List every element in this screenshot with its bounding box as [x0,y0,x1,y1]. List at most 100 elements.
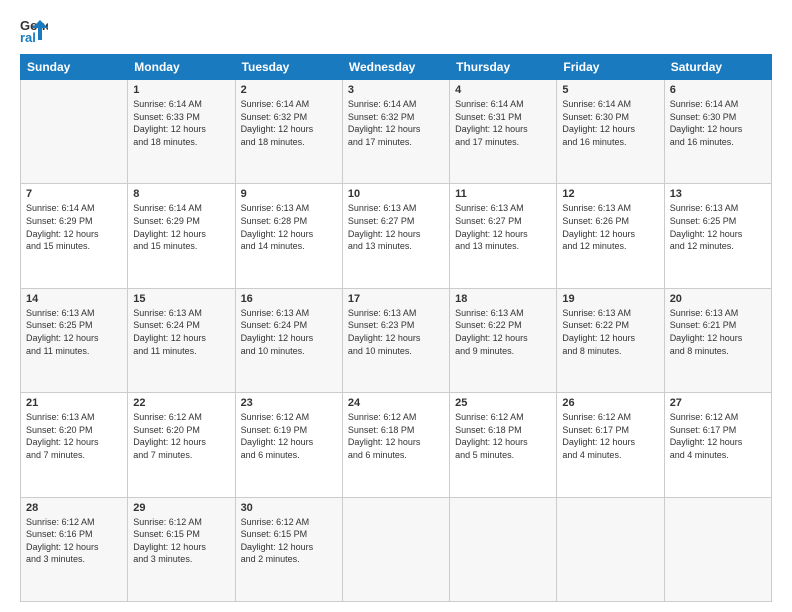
day-header-saturday: Saturday [664,55,771,80]
day-number: 28 [26,502,122,514]
calendar-cell: 19Sunrise: 6:13 AMSunset: 6:22 PMDayligh… [557,288,664,392]
day-number: 30 [241,502,337,514]
day-number: 19 [562,293,658,305]
day-number: 3 [348,84,444,96]
cell-info: Sunrise: 6:12 AMSunset: 6:15 PMDaylight:… [241,516,337,566]
day-number: 15 [133,293,229,305]
calendar-cell: 5 Sunrise: 6:14 AMSunset: 6:30 PMDaylight… [557,80,664,184]
day-number: 8 [133,188,229,200]
cell-info: Sunrise: 6:12 AMSunset: 6:15 PMDaylight:… [133,516,229,566]
calendar-cell: 25 Sunrise: 6:12 AMSunset: 6:18 PMDayligh… [450,393,557,497]
calendar-cell: 16 Sunrise: 6:13 AMSunset: 6:24 PMDayligh… [235,288,342,392]
calendar-cell: 6 Sunrise: 6:14 AMSunset: 6:30 PMDaylight… [664,80,771,184]
calendar-cell: 29 Sunrise: 6:12 AMSunset: 6:15 PMDayligh… [128,497,235,601]
calendar-cell: 18 Sunrise: 6:13 AMSunset: 6:22 PMDayligh… [450,288,557,392]
cell-info: Sunrise: 6:12 AMSunset: 6:17 PMDaylight:… [562,411,658,461]
day-header-sunday: Sunday [21,55,128,80]
calendar-cell: 22Sunrise: 6:12 AMSunset: 6:20 PMDayligh… [128,393,235,497]
day-number: 25 [455,397,551,409]
calendar-cell [21,80,128,184]
cell-info: Sunrise: 6:13 AMSunset: 6:24 PMDaylight:… [241,307,337,357]
page: Gene ral SundayMondayTuesdayWednesdayThu… [0,0,792,612]
day-number: 16 [241,293,337,305]
cell-info: Sunrise: 6:14 AMSunset: 6:30 PMDaylight:… [562,98,658,148]
cell-info: Sunrise: 6:13 AMSunset: 6:22 PMDaylight:… [455,307,551,357]
calendar-cell [450,497,557,601]
logo: Gene ral [20,16,52,44]
cell-info: Sunrise: 6:14 AMSunset: 6:31 PMDaylight:… [455,98,551,148]
cell-info: Sunrise: 6:12 AMSunset: 6:16 PMDaylight:… [26,516,122,566]
day-number: 10 [348,188,444,200]
day-number: 11 [455,188,551,200]
day-header-monday: Monday [128,55,235,80]
calendar-cell: 2 Sunrise: 6:14 AMSunset: 6:32 PMDaylight… [235,80,342,184]
cell-info: Sunrise: 6:12 AMSunset: 6:18 PMDaylight:… [455,411,551,461]
cell-info: Sunrise: 6:13 AMSunset: 6:25 PMDaylight:… [26,307,122,357]
calendar-header-row: SundayMondayTuesdayWednesdayThursdayFrid… [21,55,772,80]
calendar-table: SundayMondayTuesdayWednesdayThursdayFrid… [20,54,772,602]
cell-info: Sunrise: 6:13 AMSunset: 6:25 PMDaylight:… [670,202,766,252]
day-number: 20 [670,293,766,305]
calendar-cell: 10 Sunrise: 6:13 AMSunset: 6:27 PMDayligh… [342,184,449,288]
day-number: 6 [670,84,766,96]
calendar-cell: 12 Sunrise: 6:13 AMSunset: 6:26 PMDayligh… [557,184,664,288]
cell-info: Sunrise: 6:13 AMSunset: 6:23 PMDaylight:… [348,307,444,357]
calendar-cell: 30 Sunrise: 6:12 AMSunset: 6:15 PMDayligh… [235,497,342,601]
cell-info: Sunrise: 6:13 AMSunset: 6:27 PMDaylight:… [348,202,444,252]
calendar-cell: 1 Sunrise: 6:14 AMSunset: 6:33 PMDaylight… [128,80,235,184]
day-number: 27 [670,397,766,409]
day-header-wednesday: Wednesday [342,55,449,80]
day-header-thursday: Thursday [450,55,557,80]
day-number: 1 [133,84,229,96]
week-row-2: 7 Sunrise: 6:14 AMSunset: 6:29 PMDaylight… [21,184,772,288]
cell-info: Sunrise: 6:12 AMSunset: 6:19 PMDaylight:… [241,411,337,461]
calendar-cell: 24 Sunrise: 6:12 AMSunset: 6:18 PMDayligh… [342,393,449,497]
cell-info: Sunrise: 6:14 AMSunset: 6:30 PMDaylight:… [670,98,766,148]
svg-text:ral: ral [20,30,36,44]
cell-info: Sunrise: 6:12 AMSunset: 6:18 PMDaylight:… [348,411,444,461]
cell-info: Sunrise: 6:14 AMSunset: 6:29 PMDaylight:… [133,202,229,252]
day-number: 29 [133,502,229,514]
cell-info: Sunrise: 6:14 AMSunset: 6:32 PMDaylight:… [348,98,444,148]
cell-info: Sunrise: 6:14 AMSunset: 6:29 PMDaylight:… [26,202,122,252]
calendar-cell: 21Sunrise: 6:13 AMSunset: 6:20 PMDayligh… [21,393,128,497]
calendar-cell: 8 Sunrise: 6:14 AMSunset: 6:29 PMDaylight… [128,184,235,288]
week-row-5: 28 Sunrise: 6:12 AMSunset: 6:16 PMDayligh… [21,497,772,601]
cell-info: Sunrise: 6:14 AMSunset: 6:32 PMDaylight:… [241,98,337,148]
day-number: 12 [562,188,658,200]
calendar-cell: 13 Sunrise: 6:13 AMSunset: 6:25 PMDayligh… [664,184,771,288]
calendar-cell: 9Sunrise: 6:13 AMSunset: 6:28 PMDaylight… [235,184,342,288]
day-header-friday: Friday [557,55,664,80]
cell-info: Sunrise: 6:13 AMSunset: 6:24 PMDaylight:… [133,307,229,357]
day-number: 5 [562,84,658,96]
calendar-cell: 28 Sunrise: 6:12 AMSunset: 6:16 PMDayligh… [21,497,128,601]
day-number: 13 [670,188,766,200]
calendar-cell [664,497,771,601]
week-row-1: 1 Sunrise: 6:14 AMSunset: 6:33 PMDaylight… [21,80,772,184]
day-number: 14 [26,293,122,305]
cell-info: Sunrise: 6:14 AMSunset: 6:33 PMDaylight:… [133,98,229,148]
cell-info: Sunrise: 6:13 AMSunset: 6:26 PMDaylight:… [562,202,658,252]
day-number: 26 [562,397,658,409]
calendar-cell: 15 Sunrise: 6:13 AMSunset: 6:24 PMDayligh… [128,288,235,392]
header: Gene ral [20,16,772,44]
calendar-cell: 27Sunrise: 6:12 AMSunset: 6:17 PMDayligh… [664,393,771,497]
day-number: 7 [26,188,122,200]
week-row-4: 21Sunrise: 6:13 AMSunset: 6:20 PMDayligh… [21,393,772,497]
calendar-cell: 14 Sunrise: 6:13 AMSunset: 6:25 PMDayligh… [21,288,128,392]
day-number: 18 [455,293,551,305]
week-row-3: 14 Sunrise: 6:13 AMSunset: 6:25 PMDayligh… [21,288,772,392]
day-number: 2 [241,84,337,96]
day-header-tuesday: Tuesday [235,55,342,80]
day-number: 24 [348,397,444,409]
cell-info: Sunrise: 6:12 AMSunset: 6:20 PMDaylight:… [133,411,229,461]
cell-info: Sunrise: 6:13 AMSunset: 6:20 PMDaylight:… [26,411,122,461]
calendar-cell: 7 Sunrise: 6:14 AMSunset: 6:29 PMDaylight… [21,184,128,288]
day-number: 4 [455,84,551,96]
calendar-cell: 20Sunrise: 6:13 AMSunset: 6:21 PMDayligh… [664,288,771,392]
calendar-cell: 4 Sunrise: 6:14 AMSunset: 6:31 PMDaylight… [450,80,557,184]
day-number: 9 [241,188,337,200]
calendar-cell [557,497,664,601]
cell-info: Sunrise: 6:13 AMSunset: 6:27 PMDaylight:… [455,202,551,252]
calendar-cell [342,497,449,601]
